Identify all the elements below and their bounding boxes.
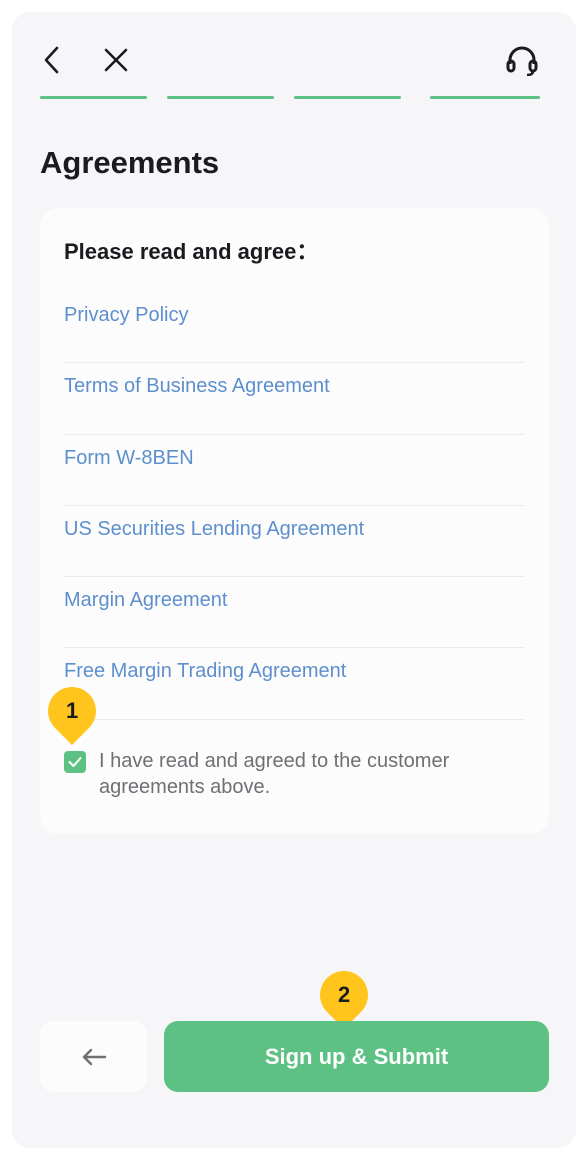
annotation-marker-2: 2 [310,961,378,1029]
back-button[interactable] [34,42,70,78]
support-button[interactable] [502,42,542,80]
headset-icon [506,46,538,76]
top-bar [12,12,576,112]
agreement-link-terms-of-business[interactable]: Terms of Business Agreement [64,363,524,435]
app-screen: Agreements Please read and agree： Privac… [12,12,576,1148]
progress-step-1 [40,96,147,99]
annotation-marker-2-label: 2 [337,982,351,1007]
previous-step-button[interactable] [40,1021,147,1092]
page-title: Agreements [40,145,220,180]
consent-text: I have read and agreed to the customer a… [99,750,450,798]
checkmark-icon [68,757,82,767]
agreement-list: Privacy Policy Terms of Business Agreeme… [64,292,524,720]
chevron-left-icon [44,46,59,74]
close-icon [104,48,128,72]
agreement-link-form-w8ben[interactable]: Form W-8BEN [64,435,524,506]
progress-step-3 [294,96,401,99]
card-heading: Please read and agree： [64,239,319,264]
annotation-marker-1-label: 1 [65,698,79,723]
agreement-link-securities-lending[interactable]: US Securities Lending Agreement [64,506,524,578]
agreements-card: Please read and agree： Privacy Policy Te… [40,208,549,834]
progress-step-2 [167,96,274,99]
agreement-link-privacy-policy[interactable]: Privacy Policy [64,292,524,364]
agreement-link-margin[interactable]: Margin Agreement [64,577,524,649]
progress-step-4 [430,96,540,99]
close-button[interactable] [98,42,134,78]
consent-checkbox[interactable] [64,751,86,773]
consent-row: I have read and agreed to the customer a… [64,748,524,800]
arrow-left-icon [82,1048,106,1065]
sign-up-submit-button[interactable]: Sign up & Submit [164,1021,549,1092]
agreement-link-free-margin-trading[interactable]: Free Margin Trading Agreement [64,648,524,720]
